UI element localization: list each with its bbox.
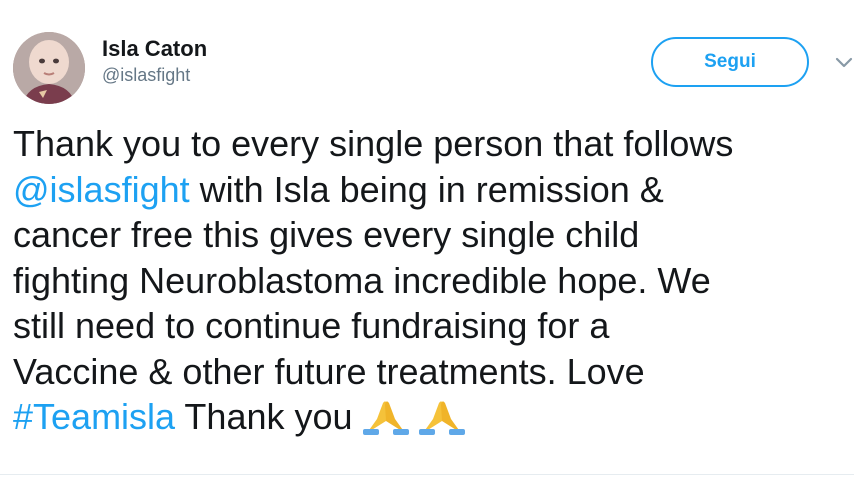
avatar-photo-icon bbox=[13, 32, 85, 104]
emoji-group bbox=[361, 397, 473, 446]
folded-hands-emoji-icon bbox=[362, 401, 409, 435]
hashtag-link[interactable]: #Teamisla bbox=[13, 396, 175, 437]
avatar[interactable] bbox=[13, 32, 85, 104]
display-name[interactable]: Isla Caton bbox=[102, 35, 207, 63]
tweet-line: Vaccine & other future treatments. Love bbox=[13, 350, 645, 392]
user-handle[interactable]: @islasfight bbox=[102, 63, 207, 87]
mention-link[interactable]: @islasfight bbox=[13, 169, 190, 210]
tweet-card: Isla Caton @islasfight Segui Thank you t… bbox=[0, 0, 854, 480]
tweet-line-text: Thank you bbox=[175, 396, 353, 437]
tweet-text: Thank you to every single person that fo… bbox=[13, 121, 854, 446]
tweet-line: still need to continue fundraising for a bbox=[13, 305, 610, 346]
tweet-line: cancer free this gives every single chil… bbox=[13, 214, 640, 255]
folded-hands-emoji-icon bbox=[418, 401, 465, 435]
follow-button[interactable]: Segui bbox=[651, 37, 809, 87]
tweet-line: fighting Neuroblastoma incredible hope. … bbox=[13, 259, 711, 301]
tweet-line: #Teamisla Thank you bbox=[13, 394, 854, 446]
tweet-line: Thank you to every single person that fo… bbox=[13, 123, 734, 164]
user-names: Isla Caton @islasfight bbox=[102, 35, 207, 87]
chevron-down-icon[interactable] bbox=[834, 52, 854, 72]
tweet-line-text: with Isla being in remission & bbox=[189, 168, 664, 210]
tweet-header: Isla Caton @islasfight Segui bbox=[0, 0, 854, 110]
divider bbox=[0, 474, 854, 475]
tweet-line: @islasfight with Isla being in remission… bbox=[13, 167, 854, 213]
